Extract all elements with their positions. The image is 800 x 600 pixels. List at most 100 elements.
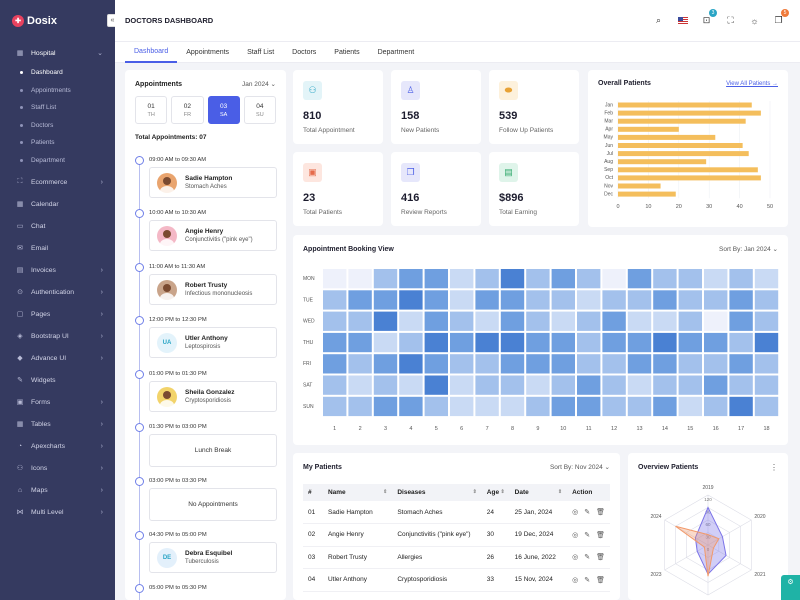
share-icon: ⋈: [16, 509, 24, 516]
more-options-icon[interactable]: ⋮: [770, 463, 778, 472]
sort-icon[interactable]: ⇕: [473, 489, 477, 495]
timeline-dot: [135, 370, 144, 379]
sidebar-item-chat[interactable]: ▭ Chat: [0, 215, 115, 237]
view-icon[interactable]: ◎: [572, 531, 578, 539]
view-icon[interactable]: ◎: [572, 576, 578, 584]
heatmap-cell: [678, 332, 702, 353]
sidebar-item-bootstrap-ui[interactable]: ◈ Bootstrap UI ›: [0, 325, 115, 347]
day-button[interactable]: 01 TH: [135, 96, 168, 124]
sidebar-subitem-staff-list[interactable]: Staff List: [0, 99, 115, 117]
appointment-entry[interactable]: Angie Henry Conjunctivitis ("pink eye"): [149, 220, 277, 251]
column-header[interactable]: Age ⇕: [481, 484, 510, 501]
radar-axis-label: 2020: [754, 514, 765, 520]
delete-icon[interactable]: 🗑: [596, 553, 605, 561]
cart-icon[interactable]: ⊡ 3: [701, 9, 717, 26]
y-tick-label: Sep: [604, 167, 613, 173]
delete-icon[interactable]: 🗑: [596, 531, 605, 539]
column-header[interactable]: Name ⇕: [322, 484, 393, 501]
heatmap-cell: [704, 396, 728, 417]
bar-oct: [618, 175, 761, 181]
sidebar-item-calendar[interactable]: ▦ Calendar: [0, 193, 115, 215]
y-tick-label: Oct: [605, 175, 613, 181]
theme-toggle-icon[interactable]: ☼: [749, 15, 760, 26]
sidebar-subitem-dashboard[interactable]: Dashboard: [0, 64, 115, 82]
appointment-entry[interactable]: Robert Trusty Infectious mononucleosis: [149, 274, 277, 305]
sidebar-item-pages[interactable]: ▢ Pages ›: [0, 303, 115, 325]
sidebar-subitem-doctors[interactable]: Doctors: [0, 117, 115, 135]
heatmap-cell: [551, 269, 575, 289]
fullscreen-icon[interactable]: ⛶: [725, 15, 736, 26]
day-number: 04: [256, 102, 264, 110]
timeline-dot: [135, 584, 144, 593]
column-header[interactable]: Diseases ⇕: [392, 484, 482, 501]
heatmap-cell: [399, 396, 423, 417]
sidebar-item-invoices[interactable]: ▤ Invoices ›: [0, 259, 115, 281]
tab-department[interactable]: Department: [369, 42, 424, 63]
language-flag-icon[interactable]: [677, 15, 688, 26]
sidebar-item-apexcharts[interactable]: ◔ Apexcharts ›: [0, 435, 115, 457]
x-tick-label: 20: [676, 204, 682, 210]
sidebar-item-email[interactable]: ✉ Email: [0, 237, 115, 259]
sort-icon[interactable]: ⇕: [558, 489, 562, 495]
sidebar-item-multi-level[interactable]: ⋈ Multi Level ›: [0, 501, 115, 523]
heatmap-cell: [399, 290, 423, 310]
sidebar-subitem-department[interactable]: Department: [0, 152, 115, 170]
day-button[interactable]: 02 FR: [171, 96, 204, 124]
slot-time: 01:30 PM to 03:00 PM: [149, 423, 207, 430]
column-header[interactable]: #: [303, 484, 323, 501]
tab-patients[interactable]: Patients: [325, 42, 368, 63]
column-header[interactable]: Date ⇕: [509, 484, 568, 501]
appointment-entry[interactable]: DE Debra Esquibel Tuberculosis: [149, 542, 277, 573]
appointment-entry[interactable]: Sheila Gonzalez Cryptosporidiosis: [149, 381, 277, 412]
chevron-right-icon: ›: [100, 332, 103, 340]
day-of-week: FR: [183, 111, 192, 118]
app-logo[interactable]: ✚ Dosix: [0, 0, 115, 42]
sidebar-item-label: Chat: [31, 222, 46, 230]
heatmap-cell: [500, 269, 525, 289]
tab-dashboard[interactable]: Dashboard: [125, 42, 178, 63]
edit-icon[interactable]: ✎: [584, 576, 590, 584]
view-icon[interactable]: ◎: [572, 553, 578, 561]
heatmap-cell: [475, 354, 499, 374]
column-header[interactable]: Action: [567, 484, 610, 501]
day-button[interactable]: 04 SU: [243, 96, 276, 124]
sidebar-item-tables[interactable]: ▦ Tables ›: [0, 413, 115, 435]
sidebar-item-widgets[interactable]: ✎ Widgets: [0, 369, 115, 391]
search-icon[interactable]: ⌕: [653, 15, 664, 26]
sidebar-item-label: Invoices: [31, 266, 56, 274]
view-all-patients-link[interactable]: View All Patients →: [726, 81, 778, 87]
delete-icon[interactable]: 🗑: [596, 576, 605, 584]
sidebar-item-ecommerce[interactable]: ⛶ Ecommerce ›: [0, 171, 115, 193]
sort-icon[interactable]: ⇕: [500, 489, 504, 495]
view-icon[interactable]: ◎: [572, 508, 578, 516]
delete-icon[interactable]: 🗑: [596, 508, 605, 516]
edit-icon[interactable]: ✎: [584, 531, 590, 539]
tab-doctors[interactable]: Doctors: [283, 42, 325, 63]
sidebar-subitem-appointments[interactable]: Appointments: [0, 82, 115, 100]
sidebar-item-authentication[interactable]: ⊙ Authentication ›: [0, 281, 115, 303]
pill-icon: ⬬: [499, 81, 518, 100]
sidebar-item-forms[interactable]: ▣ Forms ›: [0, 391, 115, 413]
bar-sep: [618, 167, 758, 173]
sidebar-item-maps[interactable]: ⌂ Maps ›: [0, 479, 115, 501]
patients-sort-select[interactable]: Sort By: Nov 2024 ⌄: [550, 463, 610, 471]
appointment-entry[interactable]: UA Utler Anthony Leptospirosis: [149, 327, 277, 358]
sidebar-subitem-patients[interactable]: Patients: [0, 134, 115, 152]
chevron-right-icon: ›: [100, 464, 103, 472]
sidebar-item-hospital[interactable]: ▦ Hospital ⌄: [0, 42, 115, 64]
sidebar-item-icons[interactable]: ⚇ Icons ›: [0, 457, 115, 479]
heatmap-col-label: 4: [409, 426, 412, 432]
appointment-entry[interactable]: Sadie Hampton Stomach Aches: [149, 167, 277, 198]
edit-icon[interactable]: ✎: [584, 553, 590, 561]
notification-icon[interactable]: ❐ 5: [773, 9, 789, 26]
support-tab-button[interactable]: ⚙: [781, 575, 800, 600]
tab-appointments[interactable]: Appointments: [177, 42, 238, 63]
day-button[interactable]: 03 SA: [207, 96, 240, 124]
heatmap-col-label: 11: [586, 426, 592, 432]
tab-staff-list[interactable]: Staff List: [238, 42, 283, 63]
sort-icon[interactable]: ⇕: [383, 489, 387, 495]
sidebar-item-advance-ui[interactable]: ◆ Advance UI ›: [0, 347, 115, 369]
month-select[interactable]: Jan 2024 ⌄: [242, 80, 276, 88]
edit-icon[interactable]: ✎: [584, 508, 590, 516]
table-row: 02 Angie Henry Conjunctivitis ("pink eye")…: [303, 523, 610, 547]
